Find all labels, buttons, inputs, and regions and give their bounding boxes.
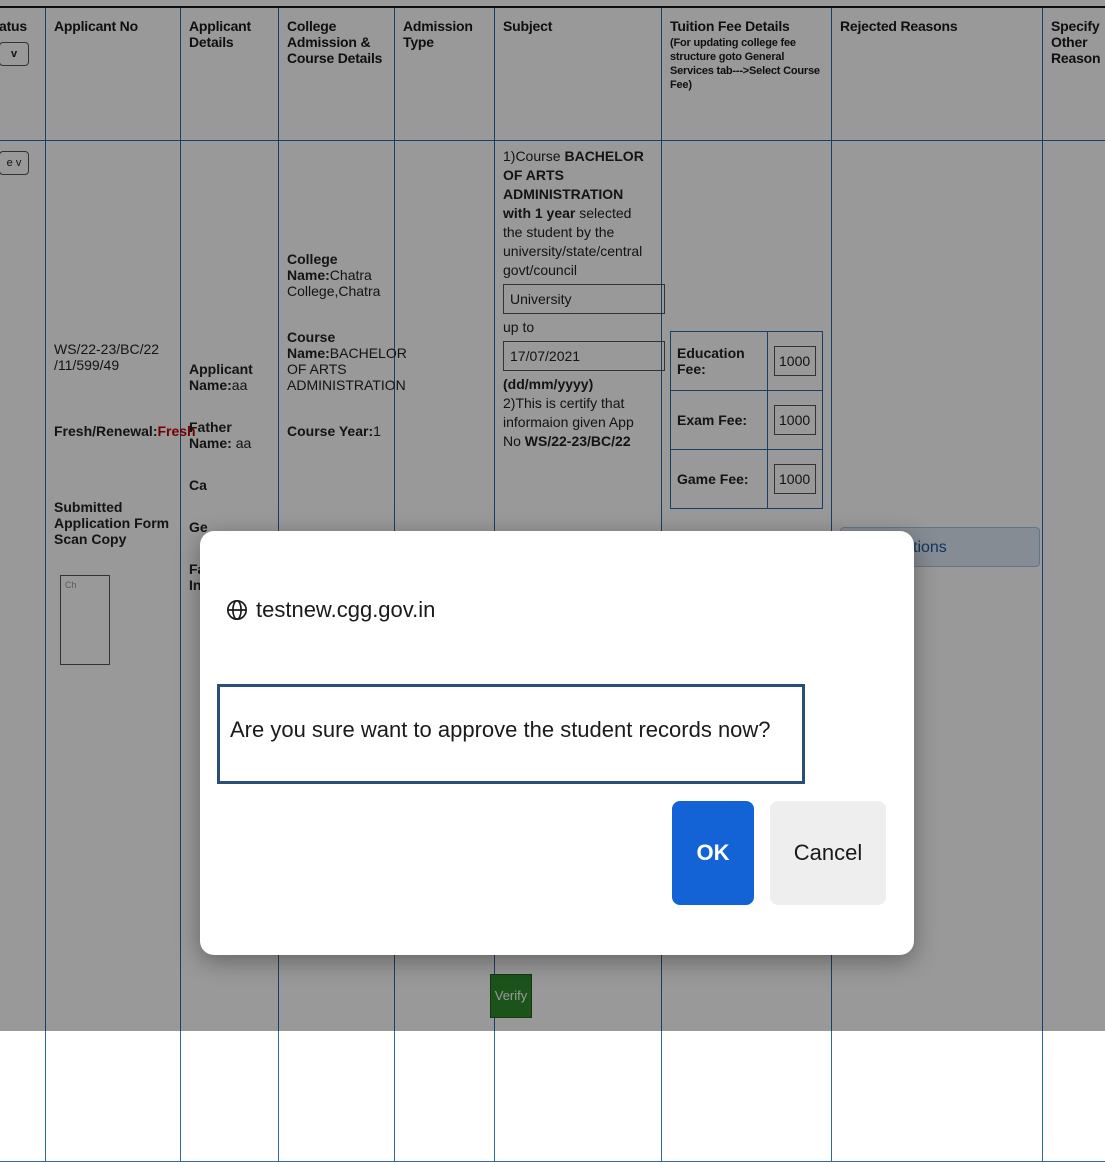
globe-icon: [226, 599, 248, 621]
dialog-origin-text: testnew.cgg.gov.in: [256, 597, 435, 623]
dialog-message: Are you sure want to approve the student…: [217, 684, 805, 784]
confirm-dialog: testnew.cgg.gov.in Are you sure want to …: [200, 531, 914, 955]
cancel-button[interactable]: Cancel: [770, 801, 886, 905]
dialog-origin: testnew.cgg.gov.in: [226, 597, 435, 623]
ok-button[interactable]: OK: [672, 801, 754, 905]
